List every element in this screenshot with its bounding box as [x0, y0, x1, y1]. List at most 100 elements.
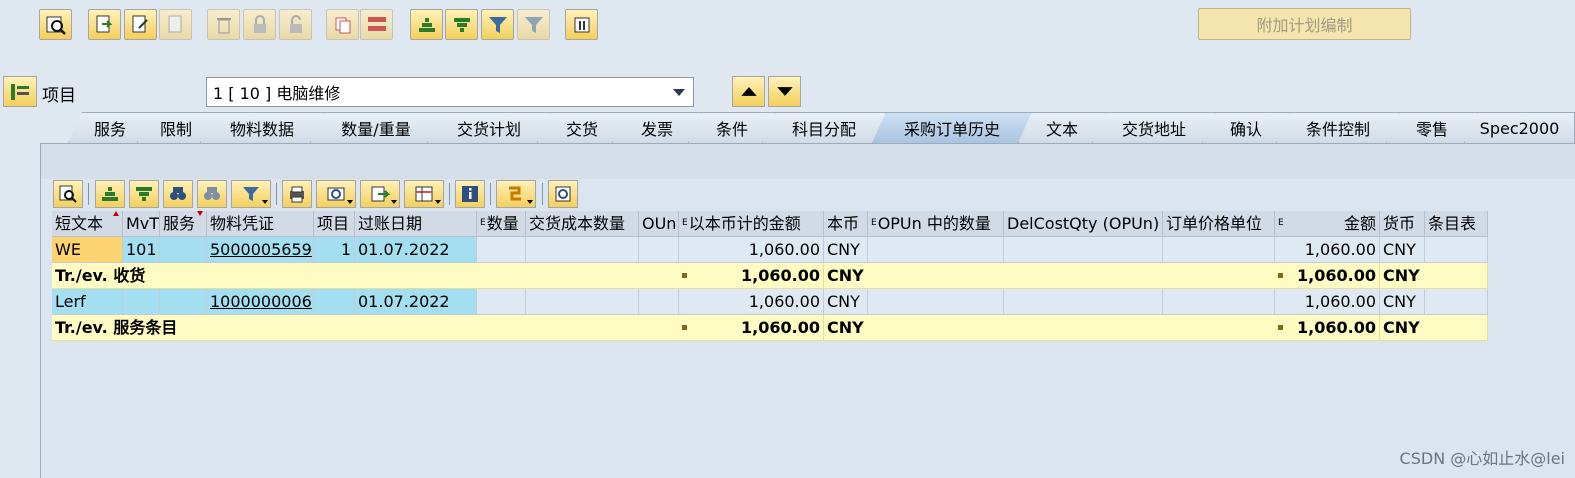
subtotal-row[interactable]: Tr./ev. 收货 1,060.00 CNY 1,060.00 CNY: [52, 263, 1488, 289]
cell-delivery-cost-qty: [526, 289, 639, 315]
col-header-currency[interactable]: 货币: [1380, 211, 1425, 237]
cell-delivery-cost-qty: [526, 237, 639, 263]
subtotal-local-currency: CNY: [824, 315, 1275, 341]
subtotal-amount: 1,060.00: [1275, 315, 1380, 341]
table-header: 短文本 MvT 服务 物料凭证 项目 过账日期 E数量 交货成本数量 OUn E…: [52, 211, 1488, 237]
tab-invoice[interactable]: 发票: [612, 112, 702, 143]
sort-descending-icon[interactable]: [129, 180, 159, 208]
sort-descending-icon[interactable]: [445, 9, 478, 40]
filter-off-icon: [517, 9, 550, 40]
edit-doc-icon[interactable]: [124, 9, 157, 40]
item-select[interactable]: 1 [ 10 ] 电脑维修: [206, 77, 694, 107]
tab-account-assignment[interactable]: 科目分配: [762, 112, 886, 143]
cell-currency: CNY: [1380, 289, 1425, 315]
tab-delivery-schedule[interactable]: 交货计划: [427, 112, 551, 143]
subtotal-currency: CNY: [1380, 315, 1488, 341]
subtotal-amount-local: 1,060.00: [679, 263, 824, 289]
tab-strip: 服务 限制 物料数据 数量/重量 交货计划 交货 发票 条件 科目分配 采购订单…: [52, 112, 1575, 143]
filter-icon[interactable]: [481, 9, 514, 40]
find-next-icon[interactable]: [197, 180, 227, 208]
tab-delivery-address[interactable]: 交货地址: [1092, 112, 1216, 143]
cell-oun: [639, 237, 679, 263]
find-icon[interactable]: [163, 180, 193, 208]
col-header-service[interactable]: 服务: [160, 211, 207, 237]
col-header-mvt[interactable]: MvT: [123, 211, 160, 237]
tab-po-history[interactable]: 采购订单历史: [872, 112, 1032, 143]
col-header-short-text[interactable]: 短文本: [52, 211, 123, 237]
doc-disabled-icon: [159, 9, 192, 40]
select-icon[interactable]: [565, 9, 598, 40]
sort-ascending-icon[interactable]: [410, 9, 443, 40]
export-icon[interactable]: [360, 180, 400, 208]
cell-entry-sheet: [1425, 289, 1488, 315]
subtotal-label: Tr./ev. 服务条目: [52, 315, 679, 341]
chevron-down-icon[interactable]: [673, 89, 685, 96]
tab-confirmations[interactable]: 确认: [1202, 112, 1290, 143]
col-header-delcost-opun[interactable]: DelCostQty (OPUn): [1004, 211, 1163, 237]
refresh-icon[interactable]: [548, 180, 578, 208]
item-overview-icon[interactable]: [3, 76, 37, 107]
cell-amount: 1,060.00: [1275, 289, 1380, 315]
item-select-value: 1 [ 10 ] 电脑维修: [213, 84, 341, 103]
next-item-button[interactable]: [768, 76, 801, 107]
subtotal-row[interactable]: Tr./ev. 服务条目 1,060.00 CNY 1,060.00 CNY: [52, 315, 1488, 341]
cell-opun-qty: [868, 289, 1004, 315]
split-icon: [360, 9, 393, 40]
tab-quantity-weight[interactable]: 数量/重量: [310, 112, 442, 143]
cell-item: 1: [314, 237, 355, 263]
col-header-oun[interactable]: OUn: [639, 211, 679, 237]
additional-planning-button[interactable]: 附加计划编制: [1198, 8, 1411, 40]
tab-texts[interactable]: 文本: [1018, 112, 1106, 143]
toolbar-separator: [88, 183, 89, 205]
cell-short-text: Lerf: [52, 289, 123, 315]
views-icon[interactable]: [316, 180, 356, 208]
col-header-amount-local[interactable]: E以本币计的金额: [679, 211, 824, 237]
details-icon[interactable]: [53, 180, 83, 208]
tab-delivery[interactable]: 交货: [537, 112, 627, 143]
col-header-order-price-unit[interactable]: 订单价格单位: [1163, 211, 1275, 237]
tab-spec2000[interactable]: Spec2000: [1464, 112, 1575, 143]
print-icon[interactable]: [282, 180, 312, 208]
cell-posting-date: 01.07.2022: [355, 237, 477, 263]
filter-icon[interactable]: [231, 180, 271, 208]
table-row[interactable]: Lerf 1000000006 01.07.2022 1,060.00 CNY …: [52, 289, 1488, 315]
cell-order-price-unit: [1163, 237, 1275, 263]
cell-material-doc-link[interactable]: 5000005659: [207, 237, 314, 263]
display-icon[interactable]: [39, 9, 72, 40]
col-header-local-currency[interactable]: 本币: [824, 211, 868, 237]
col-header-posting-date[interactable]: 过账日期: [355, 211, 477, 237]
toolbar-separator: [542, 183, 543, 205]
cell-mvt: 101: [123, 237, 160, 263]
cell-material-doc-link[interactable]: 1000000006: [207, 289, 314, 315]
tab-material-data[interactable]: 物料数据: [200, 112, 324, 143]
tab-condition-control[interactable]: 条件控制: [1276, 112, 1400, 143]
col-header-entry-sheet[interactable]: 条目表: [1425, 211, 1488, 237]
col-header-quantity[interactable]: E数量: [477, 211, 526, 237]
tab-conditions[interactable]: 条件: [688, 112, 776, 143]
cell-posting-date: 01.07.2022: [355, 289, 477, 315]
col-header-amount[interactable]: E 金额: [1275, 211, 1380, 237]
cell-amount-local: 1,060.00: [679, 289, 824, 315]
layout-icon[interactable]: [404, 180, 444, 208]
col-header-item[interactable]: 项目: [314, 211, 355, 237]
panel-band: [41, 144, 1575, 179]
cell-entry-sheet: [1425, 237, 1488, 263]
toolbar-separator: [276, 183, 277, 205]
col-header-material-doc[interactable]: 物料凭证: [207, 211, 314, 237]
cell-oun: [639, 289, 679, 315]
cell-currency: CNY: [1380, 237, 1425, 263]
delete-icon: [207, 9, 240, 40]
col-header-opun-qty[interactable]: EOPUn 中的数量: [868, 211, 1004, 237]
table-row[interactable]: WE 101 5000005659 1 01.07.2022 1,060.00 …: [52, 237, 1488, 263]
previous-item-button[interactable]: [732, 76, 765, 107]
tab-retail[interactable]: 零售: [1386, 112, 1478, 143]
col-header-delivery-cost-qty[interactable]: 交货成本数量: [526, 211, 639, 237]
cell-opun-qty: [868, 237, 1004, 263]
copy-icon: [326, 9, 359, 40]
copy-doc-icon[interactable]: [88, 9, 121, 40]
info-icon[interactable]: [455, 180, 485, 208]
grouping-icon[interactable]: [496, 180, 536, 208]
sort-ascending-icon[interactable]: [95, 180, 125, 208]
cell-amount: 1,060.00: [1275, 237, 1380, 263]
cell-service: [160, 289, 207, 315]
